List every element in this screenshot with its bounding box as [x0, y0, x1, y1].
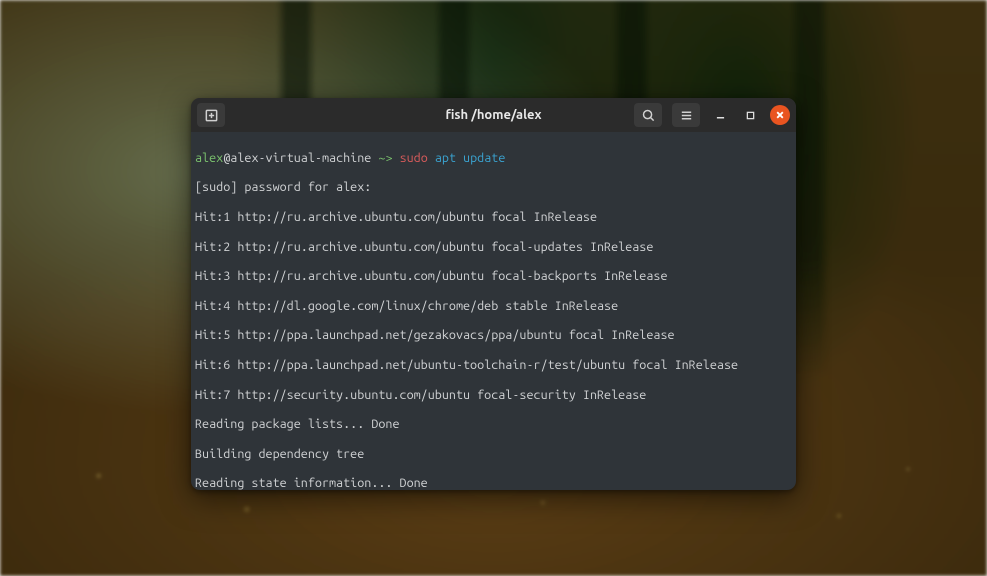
terminal-window: fish /home/alex	[191, 98, 796, 490]
prompt-line: alex@alex-virtual-machine ~> sudo apt up…	[195, 151, 792, 166]
prompt-host: alex-virtual-machine	[230, 151, 371, 165]
close-button[interactable]	[770, 105, 790, 125]
prompt-sep: ~>	[371, 151, 399, 165]
output-line: Reading state information... Done	[195, 476, 792, 490]
output-line: Hit:3 http://ru.archive.ubuntu.com/ubunt…	[195, 269, 792, 284]
new-tab-icon	[204, 108, 219, 123]
hamburger-menu-button[interactable]	[672, 103, 700, 127]
terminal-output[interactable]: alex@alex-virtual-machine ~> sudo apt up…	[191, 132, 796, 490]
output-line: Hit:7 http://security.ubuntu.com/ubuntu …	[195, 388, 792, 403]
search-button[interactable]	[634, 103, 662, 127]
cmd-sudo: sudo	[400, 151, 428, 165]
close-icon	[776, 111, 784, 119]
output-line: Building dependency tree	[195, 447, 792, 462]
output-line: Hit:2 http://ru.archive.ubuntu.com/ubunt…	[195, 240, 792, 255]
search-icon	[641, 108, 656, 123]
maximize-icon	[746, 111, 755, 120]
output-line: Reading package lists... Done	[195, 417, 792, 432]
cmd-rest: apt update	[435, 151, 506, 165]
prompt-user: alex	[195, 151, 223, 165]
hamburger-icon	[679, 108, 694, 123]
new-tab-button[interactable]	[197, 103, 225, 127]
cmd-sp	[428, 151, 435, 165]
output-line: Hit:4 http://dl.google.com/linux/chrome/…	[195, 299, 792, 314]
maximize-button[interactable]	[740, 105, 760, 125]
output-line: [sudo] password for alex:	[195, 180, 792, 195]
window-titlebar[interactable]: fish /home/alex	[191, 98, 796, 132]
output-line: Hit:6 http://ppa.launchpad.net/ubuntu-to…	[195, 358, 792, 373]
minimize-button[interactable]	[710, 105, 730, 125]
output-line: Hit:5 http://ppa.launchpad.net/gezakovac…	[195, 328, 792, 343]
minimize-icon	[716, 111, 725, 120]
output-line: Hit:1 http://ru.archive.ubuntu.com/ubunt…	[195, 210, 792, 225]
